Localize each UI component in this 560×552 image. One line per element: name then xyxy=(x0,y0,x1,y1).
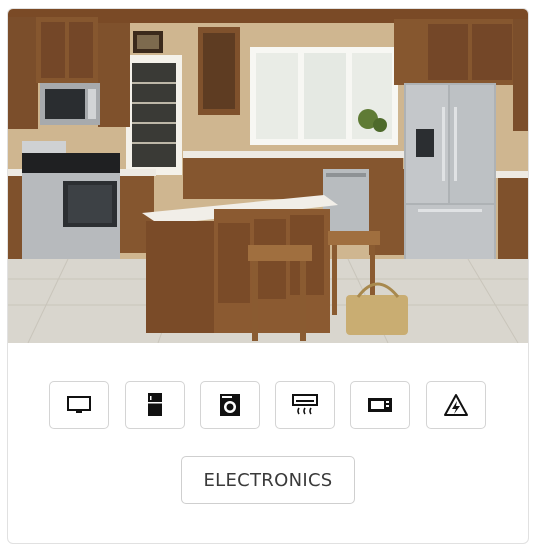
kitchen-photo xyxy=(8,9,528,343)
product-category-card: ELECTRONICS xyxy=(7,8,529,544)
tv-button[interactable] xyxy=(49,381,109,429)
air-conditioner-button[interactable] xyxy=(275,381,335,429)
washing-machine-icon xyxy=(220,394,240,416)
tv-icon xyxy=(67,396,91,413)
microwave-button[interactable] xyxy=(350,381,410,429)
electronics-category-button[interactable]: ELECTRONICS xyxy=(181,456,355,504)
category-button-label: ELECTRONICS xyxy=(203,469,333,491)
electrical-hazard-icon xyxy=(444,394,468,416)
refrigerator-button[interactable] xyxy=(125,381,185,429)
microwave-icon xyxy=(368,398,392,412)
air-conditioner-icon xyxy=(292,394,318,415)
electrical-hazard-button[interactable] xyxy=(426,381,486,429)
washing-machine-button[interactable] xyxy=(200,381,260,429)
refrigerator-icon xyxy=(148,393,162,416)
